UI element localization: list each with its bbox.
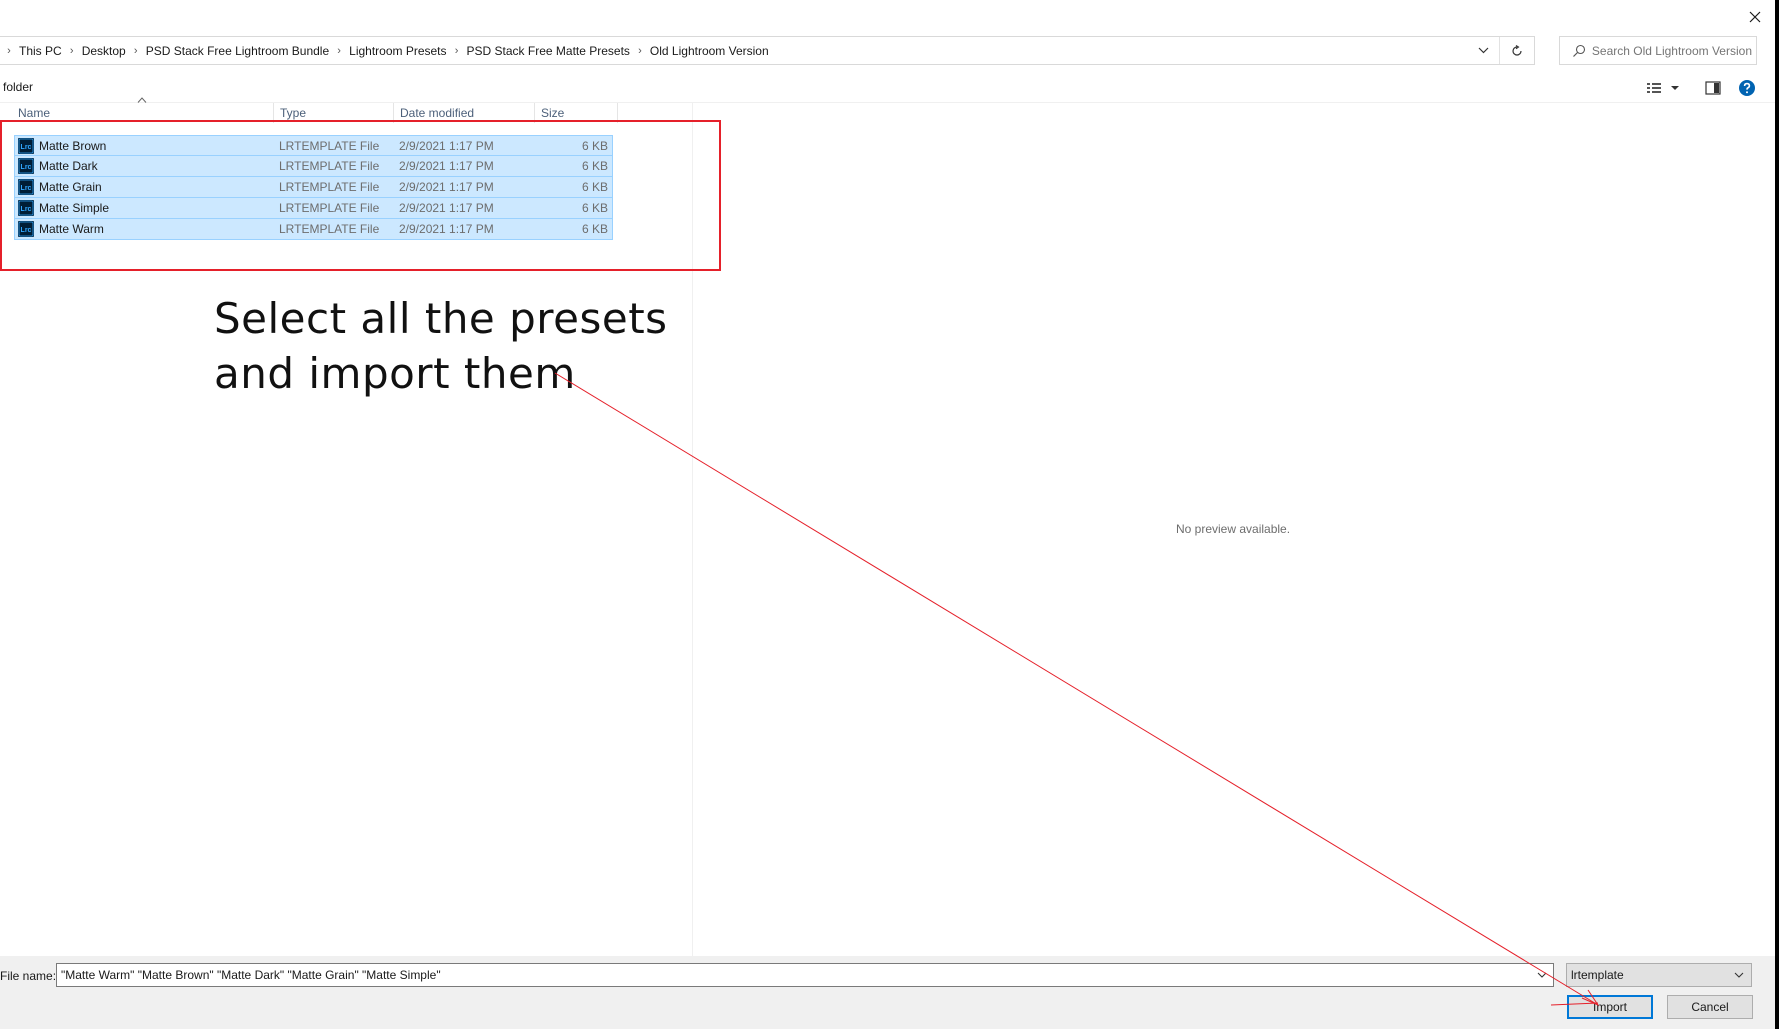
breadcrumb-item[interactable]: Desktop <box>81 44 127 58</box>
column-header-row: Name Type Date modified Size <box>0 103 618 123</box>
file-date: 2/9/2021 1:17 PM <box>399 222 494 236</box>
file-date: 2/9/2021 1:17 PM <box>399 159 494 173</box>
file-name: Matte Dark <box>39 159 98 173</box>
file-name-input[interactable] <box>61 968 1526 982</box>
address-history-dropdown[interactable] <box>1467 37 1499 64</box>
new-folder-button[interactable]: folder <box>3 80 33 94</box>
annotation-callout: Select all the presets and import them <box>214 291 668 401</box>
address-bar[interactable]: › This PC › Desktop › PSD Stack Free Lig… <box>0 36 1535 65</box>
file-date: 2/9/2021 1:17 PM <box>399 201 494 215</box>
preview-pane-icon <box>1705 81 1721 95</box>
chevron-right-icon[interactable]: › <box>330 45 348 57</box>
column-header-name[interactable]: Name <box>12 103 274 123</box>
svg-text:Lrc: Lrc <box>21 144 32 151</box>
close-icon <box>1749 11 1761 22</box>
breadcrumb-item[interactable]: PSD Stack Free Lightroom Bundle <box>145 44 330 58</box>
column-header-date[interactable]: Date modified <box>394 103 535 123</box>
lrc-file-icon: Lrc <box>18 221 34 237</box>
chevron-down-icon <box>1537 972 1547 978</box>
file-name-combobox[interactable] <box>56 963 1554 987</box>
file-size: 6 KB <box>581 138 608 153</box>
file-row[interactable]: Lrc Matte Grain LRTEMPLATE File 2/9/2021… <box>14 177 613 198</box>
chevron-right-icon[interactable]: › <box>63 45 81 57</box>
file-name-dropdown[interactable] <box>1535 968 1549 982</box>
preview-pane-divider[interactable] <box>692 103 693 956</box>
chevron-right-icon[interactable]: › <box>0 45 18 57</box>
preview-pane-button[interactable] <box>1702 78 1724 98</box>
file-row[interactable]: Lrc Matte Dark LRTEMPLATE File 2/9/2021 … <box>14 156 613 177</box>
breadcrumb-item-current[interactable]: Old Lightroom Version <box>649 44 770 58</box>
file-type: LRTEMPLATE File <box>279 138 380 153</box>
chevron-right-icon[interactable]: › <box>448 45 466 57</box>
search-input[interactable] <box>1591 43 1756 58</box>
window-edge <box>1775 0 1779 1029</box>
search-box[interactable] <box>1559 36 1757 65</box>
file-type: LRTEMPLATE File <box>279 180 380 194</box>
breadcrumb-item[interactable]: This PC <box>18 44 63 58</box>
file-name: Matte Warm <box>39 222 104 236</box>
column-header-type[interactable]: Type <box>274 103 394 123</box>
lrc-file-icon: Lrc <box>18 158 34 174</box>
annotation-line-1: Select all the presets <box>214 294 668 343</box>
breadcrumb-item[interactable]: Lightroom Presets <box>348 44 447 58</box>
import-file-dialog: › This PC › Desktop › PSD Stack Free Lig… <box>0 0 1779 1029</box>
cancel-button[interactable]: Cancel <box>1667 995 1753 1019</box>
file-type: LRTEMPLATE File <box>279 201 380 215</box>
file-type: LRTEMPLATE File <box>279 159 380 173</box>
search-icon <box>1570 42 1588 60</box>
lrc-file-icon: Lrc <box>18 200 34 216</box>
file-type-dropdown[interactable] <box>1733 969 1745 981</box>
file-row[interactable]: Lrc Matte Brown LRTEMPLATE File 2/9/2021… <box>14 135 613 156</box>
dialog-footer: File name: lrtemplate Import Cancel <box>0 956 1775 1029</box>
file-size: 6 KB <box>581 180 608 194</box>
file-date: 2/9/2021 1:17 PM <box>399 180 494 194</box>
chevron-down-icon <box>1734 972 1744 978</box>
file-date: 2/9/2021 1:17 PM <box>399 138 494 153</box>
title-bar <box>0 0 1779 33</box>
refresh-icon <box>1512 44 1522 56</box>
breadcrumb-item[interactable]: PSD Stack Free Matte Presets <box>466 44 631 58</box>
file-type-select[interactable]: lrtemplate <box>1566 963 1752 987</box>
screenshot-canvas: › This PC › Desktop › PSD Stack Free Lig… <box>0 0 1779 1029</box>
chevron-right-icon[interactable]: › <box>127 45 145 57</box>
preview-message: No preview available. <box>1176 522 1291 536</box>
help-icon <box>1739 80 1755 96</box>
file-name: Matte Simple <box>39 201 110 215</box>
change-view-button[interactable] <box>1646 78 1686 98</box>
svg-text:Lrc: Lrc <box>21 185 32 192</box>
command-bar: folder <box>0 72 1775 103</box>
file-name-label: File name: <box>0 969 57 983</box>
breadcrumb: › This PC › Desktop › PSD Stack Free Lig… <box>0 37 770 64</box>
file-type-value: lrtemplate <box>1571 968 1624 982</box>
details-view-icon <box>1647 83 1679 93</box>
file-size: 6 KB <box>581 222 608 236</box>
lrc-file-icon: Lrc <box>18 138 34 154</box>
file-list: Lrc Matte Brown LRTEMPLATE File 2/9/2021… <box>14 135 614 240</box>
svg-text:Lrc: Lrc <box>21 227 32 234</box>
file-row[interactable]: Lrc Matte Simple LRTEMPLATE File 2/9/202… <box>14 198 613 219</box>
chevron-right-icon[interactable]: › <box>631 45 649 57</box>
annotation-line-2: and import them <box>214 349 576 398</box>
close-button[interactable] <box>1731 0 1779 33</box>
file-size: 6 KB <box>581 201 608 215</box>
lrc-file-icon: Lrc <box>18 179 34 195</box>
file-size: 6 KB <box>581 159 608 173</box>
refresh-button[interactable] <box>1499 37 1534 64</box>
svg-text:Lrc: Lrc <box>21 206 32 213</box>
file-name: Matte Grain <box>39 180 102 194</box>
import-button[interactable]: Import <box>1567 995 1653 1019</box>
chevron-down-icon <box>1478 47 1488 54</box>
column-header-size[interactable]: Size <box>535 103 618 123</box>
file-row[interactable]: Lrc Matte Warm LRTEMPLATE File 2/9/2021 … <box>14 219 613 240</box>
svg-text:Lrc: Lrc <box>21 164 32 171</box>
annotation-arrow-line <box>554 372 1599 1006</box>
file-name: Matte Brown <box>39 138 107 153</box>
help-button[interactable] <box>1737 78 1757 98</box>
file-type: LRTEMPLATE File <box>279 222 380 236</box>
